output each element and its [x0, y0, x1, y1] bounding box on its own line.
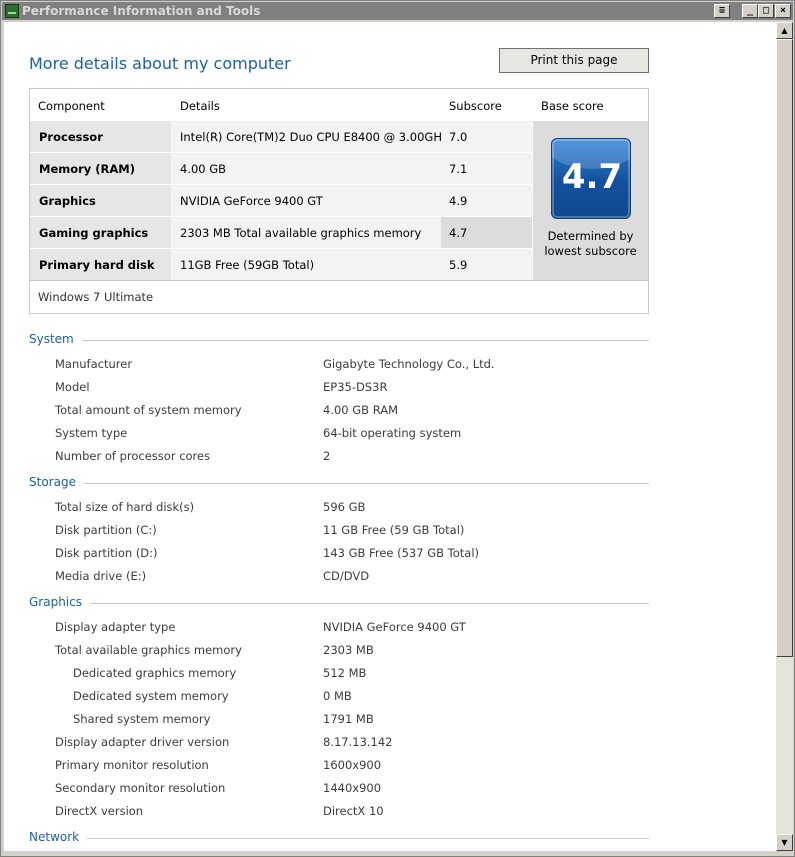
performance-monitor-icon	[5, 4, 19, 18]
info-label: Shared system memory	[73, 712, 211, 726]
info-value: 1440x900	[323, 781, 382, 795]
base-score-caption: Determined by lowest subscore	[533, 229, 648, 259]
info-value: 596 GB	[323, 500, 366, 514]
divider	[30, 280, 648, 281]
info-value: 4.00 GB RAM	[323, 403, 399, 417]
section-title: Graphics	[29, 595, 90, 609]
section-title: Storage	[29, 475, 84, 489]
subscore-value: 4.7	[449, 226, 468, 240]
info-label: Manufacturer	[55, 357, 133, 371]
score-row-hard-disk: Primary hard disk 11GB Free (59GB Total)…	[30, 249, 533, 281]
header-subscore: Subscore	[449, 99, 502, 113]
info-value: CD/DVD	[323, 569, 370, 583]
base-score-value: 4.7	[561, 157, 623, 197]
maximize-button[interactable]: □	[758, 4, 774, 18]
os-edition: Windows 7 Ultimate	[38, 290, 154, 304]
info-value: 512 MB	[323, 666, 367, 680]
header-base-score: Base score	[541, 99, 604, 113]
content-area: More details about my computer Print thi…	[4, 22, 776, 851]
section-network: Network	[29, 830, 649, 846]
base-score-panel: 4.7 Determined by lowest subscore	[533, 121, 648, 280]
section-divider	[29, 838, 649, 839]
info-value: 143 GB Free (537 GB Total)	[323, 546, 480, 560]
score-row-memory: Memory (RAM) 4.00 GB 7.1	[30, 153, 533, 185]
info-label: Dedicated system memory	[73, 689, 229, 703]
component-details: 2303 MB Total available graphics memory	[180, 226, 422, 240]
base-caption-line2: lowest subscore	[544, 244, 637, 258]
component-details: 11GB Free (59GB Total)	[180, 258, 315, 272]
component-details: NVIDIA GeForce 9400 GT	[180, 194, 323, 208]
info-value: 2	[323, 449, 331, 463]
base-caption-line1: Determined by	[547, 229, 634, 243]
score-row-gaming-graphics: Gaming graphics 2303 MB Total available …	[30, 217, 533, 249]
score-row-processor: Processor Intel(R) Core(TM)2 Duo CPU E84…	[30, 121, 533, 153]
info-label: Disk partition (D:)	[55, 546, 158, 560]
info-value: DirectX 10	[323, 804, 384, 818]
info-label: Disk partition (C:)	[55, 523, 157, 537]
info-value: 11 GB Free (59 GB Total)	[323, 523, 465, 537]
component-details: Intel(R) Core(TM)2 Duo CPU E8400 @ 3.00G…	[180, 130, 449, 144]
page-title: More details about my computer	[29, 54, 291, 73]
window-title: Performance Information and Tools	[22, 4, 261, 18]
component-name: Primary hard disk	[39, 258, 155, 272]
info-value: EP35-DS3R	[323, 380, 388, 394]
header-details: Details	[180, 99, 220, 113]
info-value: 64-bit operating system	[323, 426, 462, 440]
section-title: Network	[29, 830, 88, 844]
score-table: Component Details Subscore Base score Pr…	[29, 88, 649, 314]
section-system: System	[29, 332, 649, 348]
window-menu-button[interactable]: ≡	[714, 4, 730, 18]
info-label: DirectX version	[55, 804, 144, 818]
vertical-scrollbar[interactable]: ▲ ▼	[776, 22, 793, 851]
component-details: 4.00 GB	[180, 162, 227, 176]
subscore-value: 4.9	[449, 194, 468, 208]
info-label: Primary monitor resolution	[55, 758, 209, 772]
component-name: Memory (RAM)	[39, 162, 136, 176]
info-label: Display adapter type	[55, 620, 176, 634]
print-page-button[interactable]: Print this page	[499, 48, 649, 73]
arrow-down-icon[interactable]: ▼	[776, 834, 793, 851]
component-name: Graphics	[39, 194, 96, 208]
component-name: Processor	[39, 130, 103, 144]
scrollbar-thumb[interactable]	[776, 39, 793, 657]
info-value: Gigabyte Technology Co., Ltd.	[323, 357, 495, 371]
info-label: Dedicated graphics memory	[73, 666, 237, 680]
component-name: Gaming graphics	[39, 226, 149, 240]
section-divider	[29, 603, 649, 604]
section-storage: Storage	[29, 475, 649, 491]
subscore-value: 7.1	[449, 162, 468, 176]
arrow-up-icon[interactable]: ▲	[776, 22, 793, 39]
minimize-button[interactable]: _	[742, 4, 758, 18]
title-bar[interactable]: Performance Information and Tools ≡ _ □ …	[2, 2, 793, 20]
subscore-value: 7.0	[449, 130, 468, 144]
window: Performance Information and Tools ≡ _ □ …	[0, 0, 795, 857]
info-label: System type	[55, 426, 128, 440]
header-component: Component	[38, 99, 105, 113]
info-value: 8.17.13.142	[323, 735, 393, 749]
section-title: System	[29, 332, 82, 346]
subscore-value: 5.9	[449, 258, 468, 272]
section-divider	[29, 340, 649, 341]
info-value: 2303 MB	[323, 643, 374, 657]
info-label: Number of processor cores	[55, 449, 211, 463]
info-label: Secondary monitor resolution	[55, 781, 226, 795]
info-value: 0 MB	[323, 689, 352, 703]
info-label: Total size of hard disk(s)	[55, 500, 195, 514]
info-value: 1791 MB	[323, 712, 374, 726]
info-label: Total amount of system memory	[55, 403, 242, 417]
base-score-badge: 4.7	[551, 138, 631, 219]
section-divider	[29, 483, 649, 484]
section-graphics: Graphics	[29, 595, 649, 611]
score-row-graphics: Graphics NVIDIA GeForce 9400 GT 4.9	[30, 185, 533, 217]
info-value: NVIDIA GeForce 9400 GT	[323, 620, 466, 634]
info-label: Media drive (E:)	[55, 569, 147, 583]
info-value: 1600x900	[323, 758, 382, 772]
close-button[interactable]: ×	[775, 4, 791, 18]
info-label: Display adapter driver version	[55, 735, 230, 749]
info-label: Model	[55, 380, 90, 394]
info-label: Total available graphics memory	[55, 643, 242, 657]
